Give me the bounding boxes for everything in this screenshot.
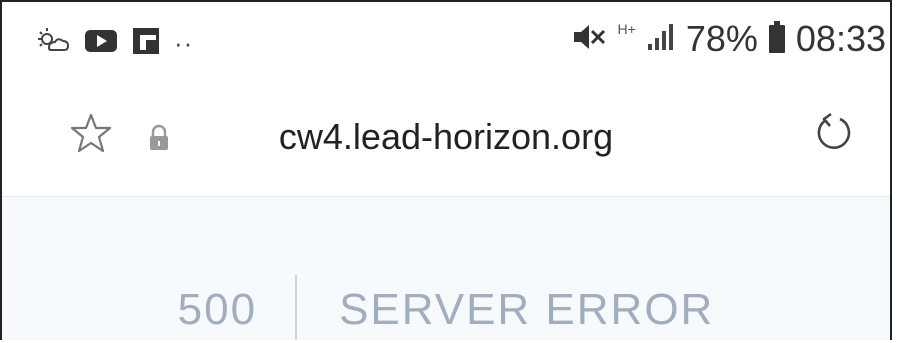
battery-icon [768, 20, 786, 59]
signal-icon [646, 22, 676, 57]
page-content: 500 SERVER ERROR [2, 197, 890, 340]
status-bar: ·· H+ 78% 08:33 [2, 2, 890, 82]
browser-address-bar: cw4.lead-horizon.org [2, 82, 890, 197]
url-field[interactable]: cw4.lead-horizon.org [2, 116, 890, 158]
network-type-label: H+ [617, 21, 636, 37]
error-block: 500 SERVER ERROR [2, 275, 890, 340]
phone-screen: ·· H+ 78% 08:33 cw4.lead-horizon.org 500… [0, 0, 892, 340]
error-code: 500 [177, 285, 258, 334]
error-divider [295, 275, 298, 340]
reload-icon[interactable] [810, 110, 858, 163]
status-bar-system: H+ 78% 08:33 [572, 18, 886, 60]
clock: 08:33 [795, 18, 886, 59]
overflow-notifications: ·· [174, 28, 194, 58]
status-bar-notifications: ·· [36, 26, 193, 61]
battery-percent: 78% [685, 18, 758, 59]
youtube-icon [84, 28, 118, 59]
error-message: SERVER ERROR [339, 285, 715, 334]
weather-icon [36, 26, 70, 61]
flipboard-icon [132, 27, 160, 60]
mute-icon [572, 22, 608, 57]
